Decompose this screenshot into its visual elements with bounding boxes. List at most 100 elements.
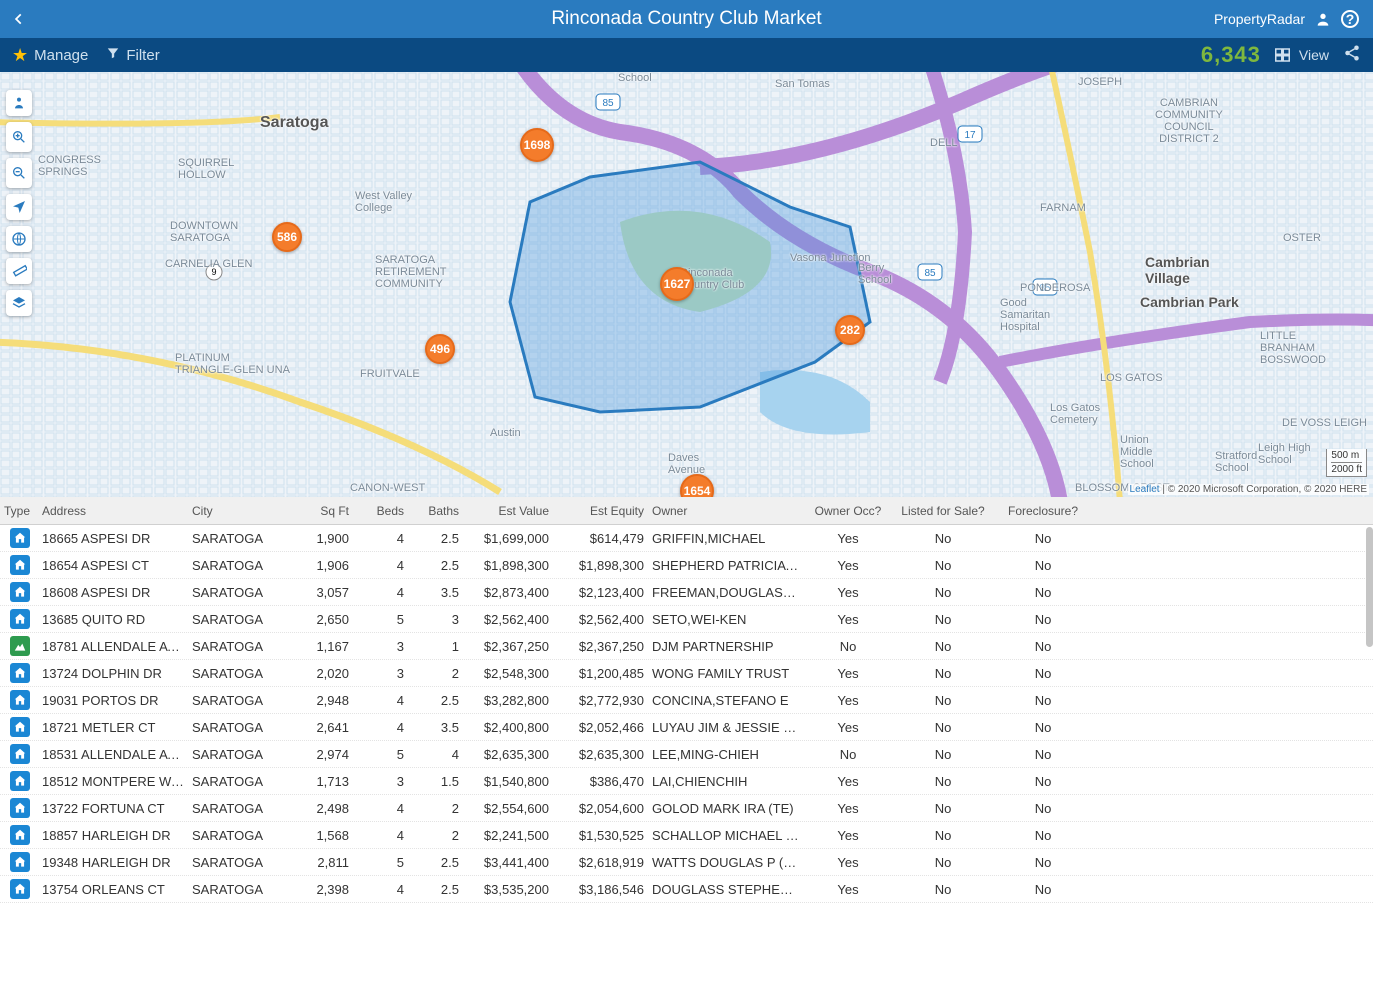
- col-owner[interactable]: Owner: [648, 504, 803, 518]
- cell-estvalue: $2,367,250: [463, 639, 553, 654]
- toolbar: ★ Manage Filter 6,343 View: [0, 38, 1373, 72]
- table-row[interactable]: 18512 MONTPERE WAYSARATOGA1,71331.5$1,54…: [0, 768, 1373, 795]
- cell-baths: 2.5: [408, 531, 463, 546]
- map-label: Stratford School: [1215, 450, 1257, 474]
- col-city[interactable]: City: [188, 504, 288, 518]
- cell-sqft: 2,398: [288, 882, 353, 897]
- share-button[interactable]: [1343, 44, 1361, 66]
- map-cluster[interactable]: 586: [272, 222, 302, 252]
- cell-city: SARATOGA: [188, 531, 288, 546]
- table-row[interactable]: 13754 ORLEANS CTSARATOGA2,39842.5$3,535,…: [0, 876, 1373, 903]
- map-label: Cambrian Park: [1140, 294, 1239, 310]
- table-row[interactable]: 18654 ASPESI CTSARATOGA1,90642.5$1,898,3…: [0, 552, 1373, 579]
- filter-label: Filter: [126, 47, 159, 64]
- col-beds[interactable]: Beds: [353, 504, 408, 518]
- map-label: Union Middle School: [1120, 434, 1154, 470]
- locate-button[interactable]: [6, 194, 32, 220]
- cell-owner: GRIFFIN,MICHAEL: [648, 531, 803, 546]
- col-estequity[interactable]: Est Equity: [553, 504, 648, 518]
- property-type-icon: [10, 555, 30, 575]
- table-row[interactable]: 13724 DOLPHIN DRSARATOGA2,02032$2,548,30…: [0, 660, 1373, 687]
- cell-listed: No: [893, 801, 993, 816]
- table-row[interactable]: 13722 FORTUNA CTSARATOGA2,49842$2,554,60…: [0, 795, 1373, 822]
- map-cluster[interactable]: 1698: [520, 128, 554, 162]
- cell-baths: 2: [408, 666, 463, 681]
- col-sqft[interactable]: Sq Ft: [288, 504, 353, 518]
- scrollbar[interactable]: [1366, 527, 1373, 647]
- cell-owner-occ: Yes: [803, 720, 893, 735]
- cell-owner: CONCINA,STEFANO E: [648, 693, 803, 708]
- identify-tool[interactable]: [6, 90, 32, 116]
- cell-city: SARATOGA: [188, 747, 288, 762]
- cell-baths: 2.5: [408, 882, 463, 897]
- brand-label[interactable]: PropertyRadar: [1214, 11, 1305, 27]
- cell-beds: 4: [353, 531, 408, 546]
- manage-button[interactable]: ★ Manage: [12, 45, 88, 66]
- cell-estequity: $386,470: [553, 774, 648, 789]
- measure-button[interactable]: [6, 258, 32, 284]
- cell-estequity: $2,123,400: [553, 585, 648, 600]
- map-cluster[interactable]: 496: [425, 334, 455, 364]
- col-foreclosure[interactable]: Foreclosure?: [993, 504, 1093, 518]
- col-estvalue[interactable]: Est Value: [463, 504, 553, 518]
- cell-listed: No: [893, 855, 993, 870]
- layers-button[interactable]: [6, 290, 32, 316]
- col-owner-occ[interactable]: Owner Occ?: [803, 504, 893, 518]
- cell-owner-occ: Yes: [803, 882, 893, 897]
- map-label: School: [618, 72, 652, 84]
- cell-baths: 3.5: [408, 585, 463, 600]
- back-button[interactable]: [0, 0, 38, 38]
- cell-foreclosure: No: [993, 747, 1093, 762]
- cell-listed: No: [893, 774, 993, 789]
- cell-estvalue: $2,635,300: [463, 747, 553, 762]
- table-row[interactable]: 13685 QUITO RDSARATOGA2,65053$2,562,400$…: [0, 606, 1373, 633]
- map-label: LITTLE BRANHAM BOSSWOOD: [1260, 330, 1326, 366]
- map-label: Good Samaritan Hospital: [1000, 297, 1050, 333]
- star-icon: ★: [12, 45, 28, 66]
- cell-city: SARATOGA: [188, 720, 288, 735]
- map-view[interactable]: 85 85 17 85 9 Saratoga San Tomas School …: [0, 72, 1373, 497]
- cell-owner: SETO,WEI-KEN: [648, 612, 803, 627]
- table-row[interactable]: 18781 ALLENDALE AVESARATOGA1,16731$2,367…: [0, 633, 1373, 660]
- table-row[interactable]: 18608 ASPESI DRSARATOGA3,05743.5$2,873,4…: [0, 579, 1373, 606]
- col-baths[interactable]: Baths: [408, 504, 463, 518]
- cell-beds: 4: [353, 558, 408, 573]
- map-label: LOS GATOS: [1100, 372, 1163, 384]
- map-attribution: Leaflet | © 2020 Microsoft Corporation, …: [1128, 484, 1369, 495]
- table-row[interactable]: 18857 HARLEIGH DRSARATOGA1,56842$2,241,5…: [0, 822, 1373, 849]
- cell-listed: No: [893, 639, 993, 654]
- cell-address: 13685 QUITO RD: [38, 612, 188, 627]
- map-cluster[interactable]: 282: [835, 315, 865, 345]
- table-row[interactable]: 18531 ALLENDALE AVESARATOGA2,97454$2,635…: [0, 741, 1373, 768]
- table-row[interactable]: 19031 PORTOS DRSARATOGA2,94842.5$3,282,8…: [0, 687, 1373, 714]
- table-row[interactable]: 18721 METLER CTSARATOGA2,64143.5$2,400,8…: [0, 714, 1373, 741]
- zoom-in-button[interactable]: [6, 122, 32, 152]
- cell-owner: LUYAU JIM & JESSIE FAM…: [648, 720, 803, 735]
- cell-listed: No: [893, 531, 993, 546]
- help-icon[interactable]: ?: [1341, 10, 1359, 28]
- cell-owner-occ: Yes: [803, 585, 893, 600]
- zoom-out-button[interactable]: [6, 158, 32, 188]
- property-type-icon: [10, 798, 30, 818]
- cell-owner-occ: Yes: [803, 612, 893, 627]
- cell-baths: 2.5: [408, 693, 463, 708]
- map-cluster[interactable]: 1627: [660, 267, 694, 301]
- cell-estvalue: $3,282,800: [463, 693, 553, 708]
- cell-beds: 4: [353, 828, 408, 843]
- user-icon[interactable]: [1315, 11, 1331, 27]
- col-type[interactable]: Type: [0, 504, 38, 518]
- filter-button[interactable]: Filter: [106, 46, 159, 64]
- table-row[interactable]: 18665 ASPESI DRSARATOGA1,90042.5$1,699,0…: [0, 525, 1373, 552]
- property-type-icon: [10, 609, 30, 629]
- col-listed[interactable]: Listed for Sale?: [893, 504, 993, 518]
- cell-owner: WONG FAMILY TRUST: [648, 666, 803, 681]
- basemap-button[interactable]: [6, 226, 32, 252]
- cell-estvalue: $1,699,000: [463, 531, 553, 546]
- results-table[interactable]: Type Address City Sq Ft Beds Baths Est V…: [0, 497, 1373, 981]
- view-button[interactable]: View: [1275, 47, 1329, 63]
- cell-city: SARATOGA: [188, 828, 288, 843]
- leaflet-link[interactable]: Leaflet: [1130, 484, 1160, 495]
- table-row[interactable]: 19348 HARLEIGH DRSARATOGA2,81152.5$3,441…: [0, 849, 1373, 876]
- col-address[interactable]: Address: [38, 504, 188, 518]
- cell-listed: No: [893, 666, 993, 681]
